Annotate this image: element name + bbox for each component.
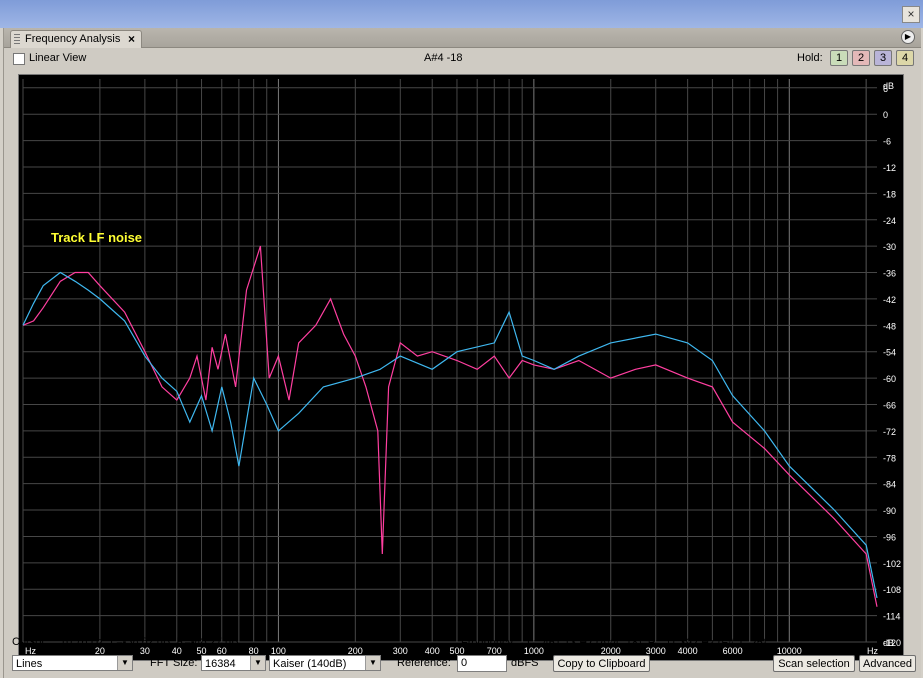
copy-to-clipboard-button[interactable]: Copy to Clipboard <box>553 655 650 672</box>
tab-frequency-analysis[interactable]: Frequency Analysis × <box>10 30 142 48</box>
y-tick-label: -96 <box>883 532 896 542</box>
y-unit-label: dB <box>883 81 894 91</box>
series-line-1 <box>22 245 878 607</box>
y-tick-label: -18 <box>883 189 896 199</box>
reference-label: Reference: <box>397 657 451 669</box>
frequency-analysis-panel: Frequency Analysis × ▶ Linear View A#4 -… <box>3 28 921 678</box>
note-readout: A#4 -18 <box>424 52 463 64</box>
y-unit-label: dB <box>883 638 894 648</box>
y-tick-label: -84 <box>883 480 896 490</box>
panel-tabstrip: Frequency Analysis × ▶ <box>4 28 921 48</box>
spectrum-svg: 60-6-12-18-24-30-36-42-48-54-60-66-72-78… <box>22 79 901 656</box>
cursor-value: 10.76 Hz, L=-38.62 dB, R=-48.27 dB <box>60 636 239 648</box>
y-tick-label: -36 <box>883 269 896 279</box>
annotation-label: Track LF noise <box>51 230 142 245</box>
display-mode-select[interactable]: Lines ▼ <box>12 655 133 671</box>
scan-selection-button[interactable]: Scan selection <box>773 655 855 672</box>
y-tick-label: -42 <box>883 295 896 305</box>
reference-unit: dBFS <box>511 657 539 669</box>
hold-button-4[interactable]: 4 <box>896 50 914 66</box>
y-tick-label: -24 <box>883 216 896 226</box>
linear-view-checkbox[interactable] <box>13 53 25 65</box>
reference-input[interactable]: 0 <box>457 655 507 672</box>
hold-button-1[interactable]: 1 <box>830 50 848 66</box>
y-tick-label: -114 <box>883 612 900 622</box>
y-tick-label: -48 <box>883 321 896 331</box>
fft-size-select[interactable]: 16384 ▼ <box>201 655 266 671</box>
window-titlebar: × <box>0 0 923 28</box>
chevron-down-icon[interactable]: ▼ <box>117 656 132 670</box>
y-tick-label: 0 <box>883 110 888 120</box>
panel-menu-icon[interactable]: ▶ <box>901 30 915 44</box>
grip-icon[interactable] <box>14 34 20 44</box>
y-tick-label: -6 <box>883 137 891 147</box>
advanced-button[interactable]: Advanced <box>859 655 916 672</box>
x-tick-label: 300 <box>393 646 408 656</box>
y-tick-label: -72 <box>883 427 896 437</box>
tab-close-icon[interactable]: × <box>128 32 135 46</box>
y-tick-label: -78 <box>883 453 896 463</box>
y-tick-label: -12 <box>883 163 896 173</box>
chevron-down-icon[interactable]: ▼ <box>365 656 380 670</box>
y-tick-label: -90 <box>883 506 896 516</box>
y-tick-label: -108 <box>883 585 901 595</box>
tab-label: Frequency Analysis <box>25 33 121 45</box>
hold-label: Hold: <box>797 52 823 64</box>
y-tick-label: -54 <box>883 348 896 358</box>
fft-size-value: 16384 <box>205 658 236 670</box>
display-mode-value: Lines <box>16 658 43 670</box>
x-tick-label: 400 <box>425 646 440 656</box>
hold-button-2[interactable]: 2 <box>852 50 870 66</box>
cursor-label: Cursor: <box>12 636 49 648</box>
window-function-value: Kaiser (140dB) <box>273 658 347 670</box>
fft-size-label: FFT Size: <box>150 657 198 669</box>
window-close-button[interactable]: × <box>902 6 920 23</box>
hold-button-3[interactable]: 3 <box>874 50 892 66</box>
y-tick-label: -66 <box>883 400 896 410</box>
y-tick-label: -102 <box>883 559 901 569</box>
linear-view-label: Linear View <box>29 52 87 64</box>
y-tick-label: -30 <box>883 242 896 252</box>
frequency-label: Frequency: <box>461 637 517 649</box>
toolbar: Linear View A#4 -18 Hold: 1 2 3 4 <box>4 48 921 70</box>
chevron-down-icon[interactable]: ▼ <box>250 656 265 670</box>
spectrum-plot[interactable]: 6 0 -6 -12 -18 -24 -30 -36 -42 -48 -54 -60 -66 -72 -78… <box>18 74 904 661</box>
window-function-select[interactable]: Kaiser (140dB) ▼ <box>269 655 381 671</box>
frequency-value: L= 461.13 Hz (A#4 -18), R= 11.392 Hz (F#… <box>527 637 767 649</box>
y-tick-label: -60 <box>883 374 896 384</box>
